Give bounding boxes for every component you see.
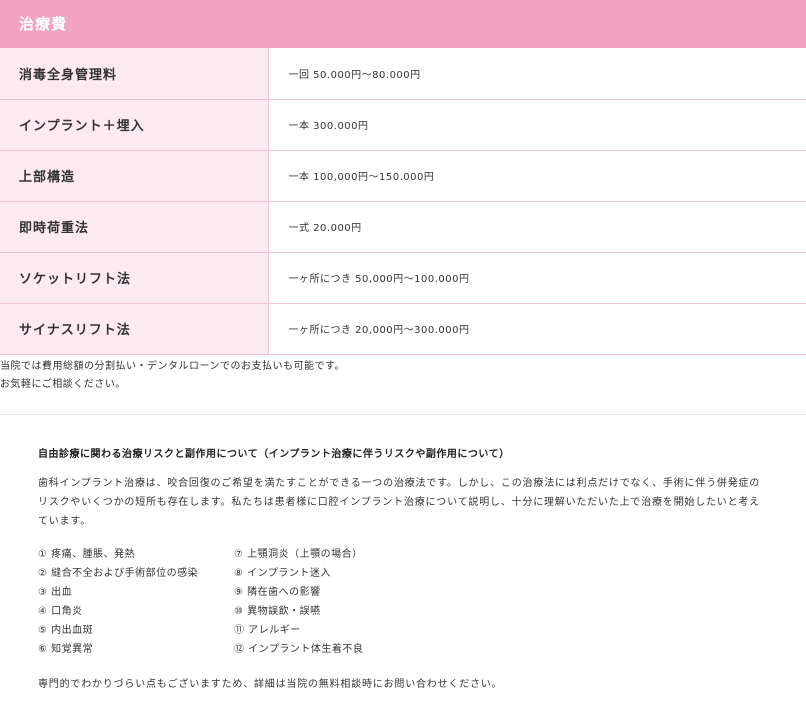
table-row: サイナスリフト法 一ヶ所につき 20,000円～300.000円 bbox=[0, 303, 806, 355]
list-item: ④ 口角炎 bbox=[38, 605, 83, 617]
fee-label: ソケットリフト法 bbox=[0, 252, 269, 304]
fee-section-title: 治療費 bbox=[0, 0, 806, 48]
fee-value: 一本 100,000円～150.000円 bbox=[268, 150, 806, 202]
risk-list: ① 疼痛、腫脹、発熱 ⑦ 上顎洞炎（上顎の場合） ② 縫合不全および手術部位の感… bbox=[38, 545, 770, 659]
section-divider bbox=[0, 413, 806, 415]
payment-note-line: 当院では費用総額の分割払い・デンタルローンでのお支払いも可能です。 bbox=[0, 360, 345, 372]
fee-label: サイナスリフト法 bbox=[0, 303, 269, 355]
fee-label: 即時荷重法 bbox=[0, 201, 269, 253]
risk-section-title: 自由診療に関わる治療リスクと副作用について（インプラント治療に伴うリスクや副作用… bbox=[38, 448, 510, 460]
list-item: ⑥ 知覚異常 bbox=[38, 643, 94, 655]
page: 治療費 消毒全身管理料 一回 50.000円～80.000円 インプラント＋埋入… bbox=[0, 0, 806, 712]
fee-table: 消毒全身管理料 一回 50.000円～80.000円 インプラント＋埋入 一本 … bbox=[0, 48, 806, 355]
list-item: ⑪ アレルギー bbox=[234, 624, 301, 636]
table-row: 上部構造 一本 100,000円～150.000円 bbox=[0, 150, 806, 202]
fee-label: 消毒全身管理料 bbox=[0, 48, 269, 100]
risk-description: 歯科インプラント治療は、咬合回復のご希望を満たすことができる一つの治療法です。し… bbox=[38, 477, 761, 527]
payment-note: 当院では費用総額の分割払い・デンタルローンでのお支払いも可能です。 お気軽にご相… bbox=[0, 358, 806, 394]
table-row: インプラント＋埋入 一本 300.000円 bbox=[0, 99, 806, 151]
fee-label: インプラント＋埋入 bbox=[0, 99, 269, 151]
list-item: ③ 出血 bbox=[38, 586, 73, 598]
list-item: ① 疼痛、腫脹、発熱 bbox=[38, 548, 136, 560]
fee-value: 一ヶ所につき 20,000円～300.000円 bbox=[268, 303, 806, 355]
list-item: ⑩ 異物誤飲・誤嚥 bbox=[234, 605, 321, 617]
list-item: ⑨ 隣在歯への影響 bbox=[234, 586, 321, 598]
list-item: ⑧ インプラント迷入 bbox=[234, 567, 331, 579]
table-row: ソケットリフト法 一ヶ所につき 50,000円～100.000円 bbox=[0, 252, 806, 304]
payment-note-line: お気軽にご相談ください。 bbox=[0, 378, 126, 390]
list-item: ⑫ インプラント体生着不良 bbox=[234, 643, 364, 655]
fee-value: 一式 20.000円 bbox=[268, 201, 806, 253]
list-item: ⑤ 内出血斑 bbox=[38, 624, 94, 636]
list-item: ⑦ 上顎洞炎（上顎の場合） bbox=[234, 548, 363, 560]
risk-section: 自由診療に関わる治療リスクと副作用について（インプラント治療に伴うリスクや副作用… bbox=[0, 445, 806, 690]
table-row: 即時荷重法 一式 20.000円 bbox=[0, 201, 806, 253]
fee-value: 一ヶ所につき 50,000円～100.000円 bbox=[268, 252, 806, 304]
table-row: 消毒全身管理料 一回 50.000円～80.000円 bbox=[0, 48, 806, 100]
closing-note: 専門的でわかりづらい点もございますため、詳細は当院の無料相談時にお問い合わせくだ… bbox=[38, 678, 503, 690]
fee-value: 一本 300.000円 bbox=[268, 99, 806, 151]
list-item: ② 縫合不全および手術部位の感染 bbox=[38, 567, 199, 579]
fee-value: 一回 50.000円～80.000円 bbox=[268, 48, 806, 100]
fee-label: 上部構造 bbox=[0, 150, 269, 202]
